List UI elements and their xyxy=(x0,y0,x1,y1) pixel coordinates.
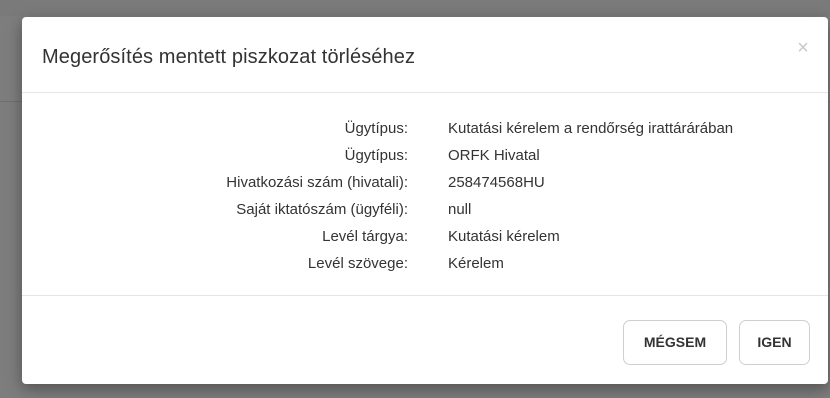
dialog-title: Megerősítés mentett piszkozat törléséhez xyxy=(42,46,416,68)
detail-label: Saját iktatószám (ügyféli): xyxy=(236,201,408,218)
detail-label: Ügytípus: xyxy=(344,120,408,137)
close-icon[interactable]: × xyxy=(792,37,814,59)
dialog-header: Megerősítés mentett piszkozat törléséhez… xyxy=(22,17,828,93)
dialog-footer: MÉGSEM IGEN xyxy=(22,297,828,384)
detail-label: Levél szövege: xyxy=(307,255,408,272)
detail-label: Hivatkozási szám (hivatali): xyxy=(226,174,408,191)
detail-row-letter-subject: Levél tárgya: Kutatási kérelem xyxy=(22,226,828,248)
detail-value: null xyxy=(448,201,472,218)
cancel-button[interactable]: MÉGSEM xyxy=(623,320,727,365)
confirm-button[interactable]: IGEN xyxy=(739,320,810,365)
detail-row-case-type: Ügytípus: Kutatási kérelem a rendőrség i… xyxy=(22,118,828,140)
backdrop-header xyxy=(0,0,830,16)
dialog-body: Ügytípus: Kutatási kérelem a rendőrség i… xyxy=(22,94,828,296)
confirm-delete-draft-dialog: Megerősítés mentett piszkozat törléséhez… xyxy=(22,17,828,384)
detail-label: Ügytípus: xyxy=(344,147,408,164)
detail-value: ORFK Hivatal xyxy=(448,147,540,164)
detail-value: Kutatási kérelem a rendőrség irattáráráb… xyxy=(448,120,734,137)
detail-row-case-type-2: Ügytípus: ORFK Hivatal xyxy=(22,145,828,167)
detail-value: 258474568HU xyxy=(448,174,545,191)
detail-row-reference-number: Hivatkozási szám (hivatali): 258474568HU xyxy=(22,172,828,194)
detail-row-letter-text: Levél szövege: Kérelem xyxy=(22,253,828,275)
detail-value: Kérelem xyxy=(448,255,504,272)
detail-value: Kutatási kérelem xyxy=(448,228,560,245)
detail-label: Levél tárgya: xyxy=(322,228,408,245)
detail-row-own-file-number: Saját iktatószám (ügyféli): null xyxy=(22,199,828,221)
